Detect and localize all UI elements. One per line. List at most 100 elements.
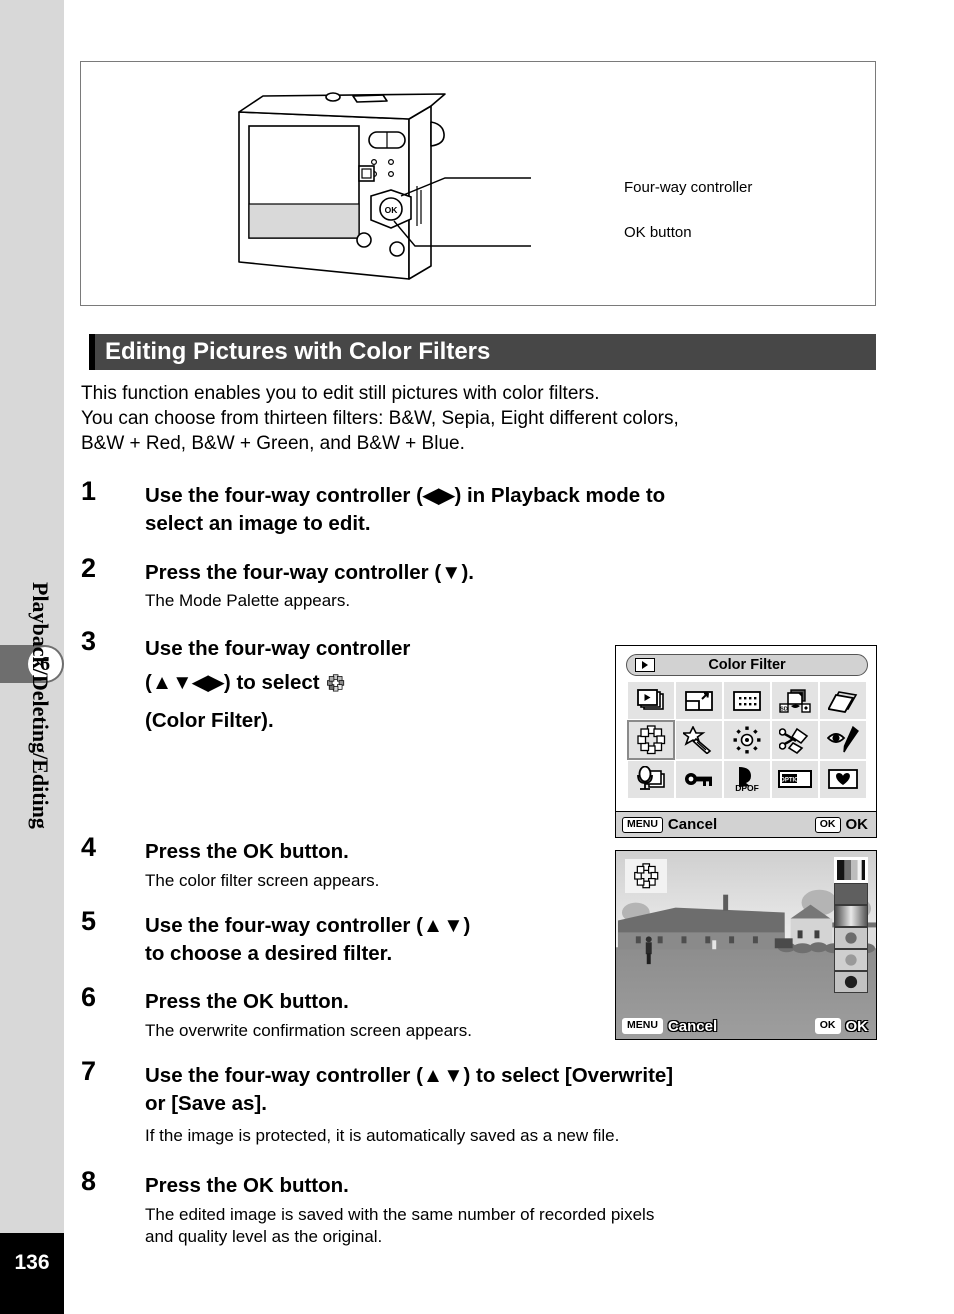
mode-palette-item-rotate[interactable]: [820, 682, 866, 720]
ok-label: OK: [845, 1017, 869, 1035]
dpof-label: DPOF: [735, 783, 759, 793]
rotate-icon: [828, 690, 858, 713]
color-filter-icon: [634, 863, 659, 889]
page-number: 136: [0, 1233, 64, 1314]
step-8-line-1: Press the OK button.: [145, 1174, 349, 1197]
camera-illustration-box: OK Four-way controller OK button: [80, 61, 876, 306]
step-3-number: 3: [81, 626, 97, 656]
playback-mode-icon: [635, 658, 655, 672]
trimming-scissors-icon: [779, 727, 809, 754]
intro-line-1: This function enables you to edit still …: [81, 383, 600, 404]
filter-item-dot-dark[interactable]: [834, 971, 868, 993]
mode-palette-item-protect[interactable]: [676, 760, 722, 798]
step-8-number: 8: [81, 1166, 97, 1196]
mode-palette-item-resize[interactable]: [676, 682, 722, 720]
mode-palette-title-text: Color Filter: [708, 657, 786, 673]
step-1-line-2: select an image to edit.: [145, 512, 371, 535]
slideshow-icon: [637, 688, 664, 710]
step-7-number: 7: [81, 1056, 97, 1086]
intro-line-3: B&W + Red, B&W + Green, and B&W + Blue.: [81, 433, 465, 454]
optio-label: OPTIO: [780, 778, 799, 784]
red-eye-compensation-icon: [827, 725, 859, 753]
mode-palette-item-startup-screen[interactable]: OPTIO: [772, 760, 818, 798]
mode-palette-item-slideshow[interactable]: [628, 682, 674, 720]
camera-back-illustration: OK: [238, 92, 531, 280]
step-1-number: 1: [81, 476, 97, 506]
favorite-heart-icon: [828, 769, 858, 790]
mode-palette-item-dpof[interactable]: DPOF: [724, 760, 770, 798]
step-2-line-1: Press the four-way controller (▼).: [145, 561, 474, 584]
callout-ok-button: OK button: [624, 224, 692, 241]
step-1-line-1: Use the four-way controller (◀▶) in Play…: [145, 484, 666, 507]
step-8-note-line-2: and quality level as the original.: [145, 1227, 383, 1246]
mode-palette-item-digital-filter[interactable]: [676, 721, 722, 759]
cancel-label: Cancel: [667, 1017, 718, 1035]
intro-line-2: You can choose from thirteen filters: B&…: [81, 408, 679, 429]
filter-screen-mode-icon: [625, 859, 667, 893]
step-5-line-2: to choose a desired filter.: [145, 942, 393, 965]
step-3-line-1: Use the four-way controller: [145, 637, 411, 660]
step-6-number: 6: [81, 982, 97, 1012]
svg-text:SD: SD: [780, 706, 788, 712]
color-filter-icon: [326, 670, 345, 704]
menu-key-cap[interactable]: MENU: [622, 1018, 663, 1034]
step-4-note: The color filter screen appears.: [145, 871, 380, 890]
step-5-number: 5: [81, 906, 97, 936]
step-4-number: 4: [81, 832, 97, 862]
chapter-sidebar: 6 Playback/Deleting/Editing: [0, 0, 64, 1233]
step-7-line-2: or [Save as].: [145, 1092, 267, 1115]
svg-text:OK: OK: [385, 205, 399, 215]
startup-screen-icon: OPTIO: [778, 770, 812, 789]
mode-palette-item-voice-memo[interactable]: [628, 760, 674, 798]
color-filter-screenshot: MENU Cancel OK OK: [615, 850, 877, 1040]
filter-item-gradient[interactable]: [834, 905, 868, 927]
step-7-note: If the image is protected, it is automat…: [145, 1126, 620, 1145]
mode-palette-item-image-crop[interactable]: [724, 682, 770, 720]
step-3-line-2: (▲▼◀▶) to select: [145, 671, 326, 694]
mode-palette-item-trimming[interactable]: [772, 721, 818, 759]
step-2-number: 2: [81, 553, 97, 583]
mode-palette-grid: SD DPOF OPTIO: [627, 682, 866, 798]
resize-icon: [685, 690, 713, 711]
step-6-line-1: Press the OK button.: [145, 990, 349, 1013]
mode-palette-item-brightness-filter[interactable]: [724, 721, 770, 759]
step-8-note-line-1: The edited image is saved with the same …: [145, 1205, 655, 1224]
mode-palette-title-bar: Color Filter: [626, 654, 868, 676]
dpof-icon: DPOF: [735, 767, 759, 793]
voice-memo-icon: [637, 766, 665, 791]
step-6-note: The overwrite confirmation screen appear…: [145, 1021, 472, 1040]
brightness-filter-icon: [733, 726, 761, 754]
chapter-title-vertical: Playback/Deleting/Editing: [28, 582, 53, 829]
filter-selection-strip[interactable]: [834, 857, 868, 993]
filter-item-dot-lightgray[interactable]: [834, 949, 868, 971]
callout-four-way-controller: Four-way controller: [624, 179, 753, 196]
image-crop-dotted-icon: [733, 690, 761, 711]
image-copy-icon: SD: [779, 688, 811, 713]
page-content: OK Four-way controller OK button Editing…: [80, 0, 880, 1314]
step-7-line-1: Use the four-way controller (▲▼) to sele…: [145, 1064, 674, 1087]
section-heading: Editing Pictures with Color Filters: [89, 334, 876, 370]
mode-palette-item-favorite[interactable]: [820, 760, 866, 798]
filter-item-bw-selected[interactable]: [834, 857, 868, 883]
ok-key-cap[interactable]: OK: [814, 816, 841, 833]
color-filter-icon: [637, 725, 666, 755]
mode-palette-item-image-copy[interactable]: SD: [772, 682, 818, 720]
ok-label: OK: [845, 816, 869, 833]
step-2-note: The Mode Palette appears.: [145, 591, 351, 610]
intro-paragraph: This function enables you to edit still …: [81, 381, 877, 456]
filter-item-dot-gray[interactable]: [834, 927, 868, 949]
mode-palette-item-color-filter[interactable]: [627, 720, 675, 760]
filter-screen-button-bar: MENU Cancel OK OK: [616, 1013, 876, 1039]
step-4-line-1: Press the OK button.: [145, 840, 349, 863]
ok-key-cap[interactable]: OK: [814, 1018, 841, 1034]
step-3-line-3: (Color Filter).: [145, 709, 274, 732]
protect-key-icon: [685, 773, 712, 787]
menu-key-cap[interactable]: MENU: [622, 816, 663, 833]
mode-palette-item-red-eye[interactable]: [820, 721, 866, 759]
digital-filter-icon: [683, 725, 712, 754]
section-heading-text: Editing Pictures with Color Filters: [105, 338, 491, 365]
step-5-line-1: Use the four-way controller (▲▼): [145, 914, 471, 937]
mode-palette-button-bar: MENU Cancel OK OK: [616, 811, 876, 837]
filter-item-dark-gray[interactable]: [834, 883, 868, 905]
cancel-label: Cancel: [667, 816, 718, 833]
